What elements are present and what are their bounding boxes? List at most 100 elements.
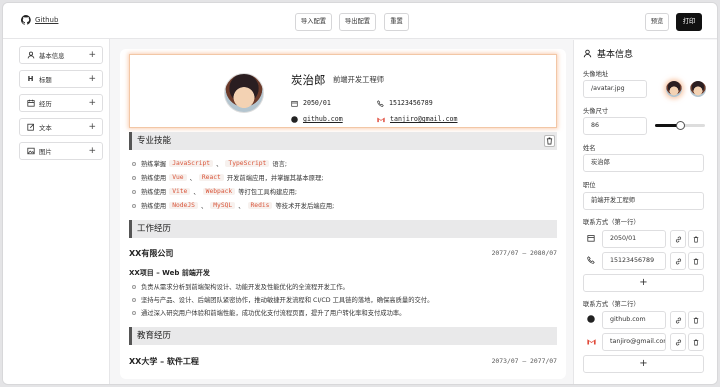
contact-github-field[interactable]: github.com <box>602 311 666 329</box>
link-icon[interactable] <box>670 252 686 270</box>
panel-title: 基本信息 <box>583 47 633 60</box>
slider-thumb[interactable] <box>676 121 685 130</box>
edu-date: 2073/07 – 2077/07 <box>491 357 557 365</box>
phone-icon <box>584 256 598 264</box>
delete-icon[interactable] <box>688 311 704 329</box>
add-contact-row1-button[interactable]: + <box>583 274 704 292</box>
add-contact-row2-button[interactable]: + <box>583 355 704 373</box>
bullet-icon <box>132 284 136 289</box>
property-panel: 基本信息 头像地址 /avatar.jpg 头像尺寸 86 姓名 炭治郎 职位 … <box>573 40 717 384</box>
avatar-url-field[interactable]: /avatar.jpg <box>583 80 647 98</box>
email-info[interactable]: tanjiro@gmail.com <box>377 115 458 123</box>
export-config-button[interactable]: 导出配置 <box>339 13 376 31</box>
section-title-text: 专业技能 <box>137 136 172 146</box>
image-icon <box>26 147 35 155</box>
link-icon[interactable] <box>670 333 686 351</box>
avatar <box>224 73 264 113</box>
gmail-icon <box>584 338 598 345</box>
skill-code: MySQL <box>210 202 236 209</box>
avatar-size-field[interactable]: 86 <box>583 117 647 135</box>
name-label: 姓名 <box>583 145 596 152</box>
avatar-size-label: 头像尺寸 <box>583 108 609 115</box>
bullet-icon <box>132 175 136 180</box>
sidebar-item-heading[interactable]: H 标题 + <box>19 70 103 88</box>
skill-text: 熟练使用 <box>141 203 167 210</box>
link-icon[interactable] <box>670 230 686 248</box>
work-point: 负责从需求分析到前端架构设计、功能开发及性能优化的全流程开发工作。 <box>132 282 349 291</box>
github-link[interactable]: Github <box>21 15 58 25</box>
add-icon[interactable]: + <box>88 50 96 60</box>
bullet-icon <box>132 161 136 166</box>
delete-icon[interactable] <box>688 333 704 351</box>
sidebar-item-label: 图片 <box>39 147 52 156</box>
resume-name: 炭治郎 <box>291 73 326 87</box>
skill-code: NodeJS <box>169 202 198 209</box>
skill-item: 熟练使用 Vue 、 React 开发前端应用，并掌握其基本原理; <box>132 173 323 182</box>
phone-info: 15123456789 <box>377 99 433 107</box>
skill-separator: 、 <box>189 175 196 182</box>
panel-title-text: 基本信息 <box>597 50 634 60</box>
top-toolbar: Github 导入配置 导出配置 重置 预览 打印 <box>3 3 717 39</box>
module-sidebar: 基本信息 + H 标题 + 经历 + 文本 + 图片 + <box>3 39 110 384</box>
user-icon <box>583 49 592 58</box>
contact-phone-field[interactable]: 15123456789 <box>602 252 666 270</box>
skill-text: 等打包工具构建应用; <box>238 189 297 196</box>
skill-text: 等技术开发后端应用; <box>275 203 335 210</box>
contact-email-field[interactable]: tanjiro@gmail.com <box>602 333 666 351</box>
delete-icon[interactable] <box>688 230 704 248</box>
github-icon <box>21 15 31 25</box>
edit-icon <box>26 123 35 131</box>
skill-text: 熟练使用 <box>141 175 167 182</box>
print-button[interactable]: 打印 <box>676 13 702 31</box>
delete-icon[interactable] <box>688 252 704 270</box>
sidebar-item-label: 文本 <box>39 123 52 132</box>
calendar-icon <box>291 100 298 107</box>
skill-item: 熟练使用 Vite 、 Webpack 等打包工具构建应用; <box>132 187 297 196</box>
add-icon[interactable]: + <box>88 74 96 84</box>
sidebar-item-experience[interactable]: 经历 + <box>19 94 103 112</box>
bullet-icon <box>132 297 136 302</box>
user-icon <box>26 51 35 59</box>
contact-row1-label: 联系方式（第一行） <box>583 219 640 226</box>
add-icon[interactable]: + <box>88 146 96 156</box>
phone-value: 15123456789 <box>389 99 433 107</box>
add-icon[interactable]: + <box>88 98 96 108</box>
github-value: github.com <box>303 115 343 123</box>
section-title-work[interactable]: 工作经历 <box>129 220 557 238</box>
section-title-skills[interactable]: 专业技能 <box>129 132 557 150</box>
calendar-icon <box>26 99 35 107</box>
avatar-thumb[interactable] <box>690 81 706 97</box>
sidebar-item-text[interactable]: 文本 + <box>19 118 103 136</box>
skill-code: React <box>198 174 224 181</box>
reset-button[interactable]: 重置 <box>384 13 409 31</box>
sidebar-item-basic-info[interactable]: 基本信息 + <box>19 46 103 64</box>
section-title-education[interactable]: 教育经历 <box>129 327 557 345</box>
work-point: 通过深入研究用户体验和前端性能，成功优化支付流程页面，提升了用户转化率和支付成功… <box>132 308 405 317</box>
bullet-icon <box>132 203 136 208</box>
preview-button[interactable]: 预览 <box>645 13 669 31</box>
work-date: 2077/07 – 2080/07 <box>491 249 557 257</box>
work-point-text: 坚持与产品、设计、后端团队紧密协作，推动敏捷开发流程和 CI/CD 工具链的落地… <box>141 297 434 304</box>
import-config-button[interactable]: 导入配置 <box>295 13 332 31</box>
skill-code: TypeScript <box>225 160 270 167</box>
role-field[interactable]: 前端开发工程师 <box>583 192 704 210</box>
birth-value: 2050/01 <box>303 99 331 107</box>
avatar-preview[interactable] <box>666 81 682 97</box>
github-info[interactable]: github.com <box>291 115 343 123</box>
resume-header-card[interactable]: 炭治郎 前端开发工程师 2050/01 15123456789 github.c… <box>129 54 557 128</box>
skill-separator: 、 <box>200 203 208 210</box>
avatar-size-slider[interactable] <box>655 121 705 130</box>
contact-birth-field[interactable]: 2050/01 <box>602 230 666 248</box>
delete-icon[interactable] <box>544 135 555 147</box>
sidebar-item-label: 基本信息 <box>39 51 65 60</box>
sidebar-item-image[interactable]: 图片 + <box>19 142 103 160</box>
name-field[interactable]: 炭治郎 <box>583 154 704 172</box>
resume-paper: 炭治郎 前端开发工程师 2050/01 15123456789 github.c… <box>120 49 566 379</box>
add-icon[interactable]: + <box>88 122 96 132</box>
github-label: Github <box>35 16 59 24</box>
skill-text: 语言; <box>272 161 288 168</box>
work-point: 坚持与产品、设计、后端团队紧密协作，推动敏捷开发流程和 CI/CD 工具链的落地… <box>132 295 433 304</box>
link-icon[interactable] <box>670 311 686 329</box>
skill-code: Redis <box>247 202 273 209</box>
contact-row2-label: 联系方式（第二行） <box>583 301 640 308</box>
